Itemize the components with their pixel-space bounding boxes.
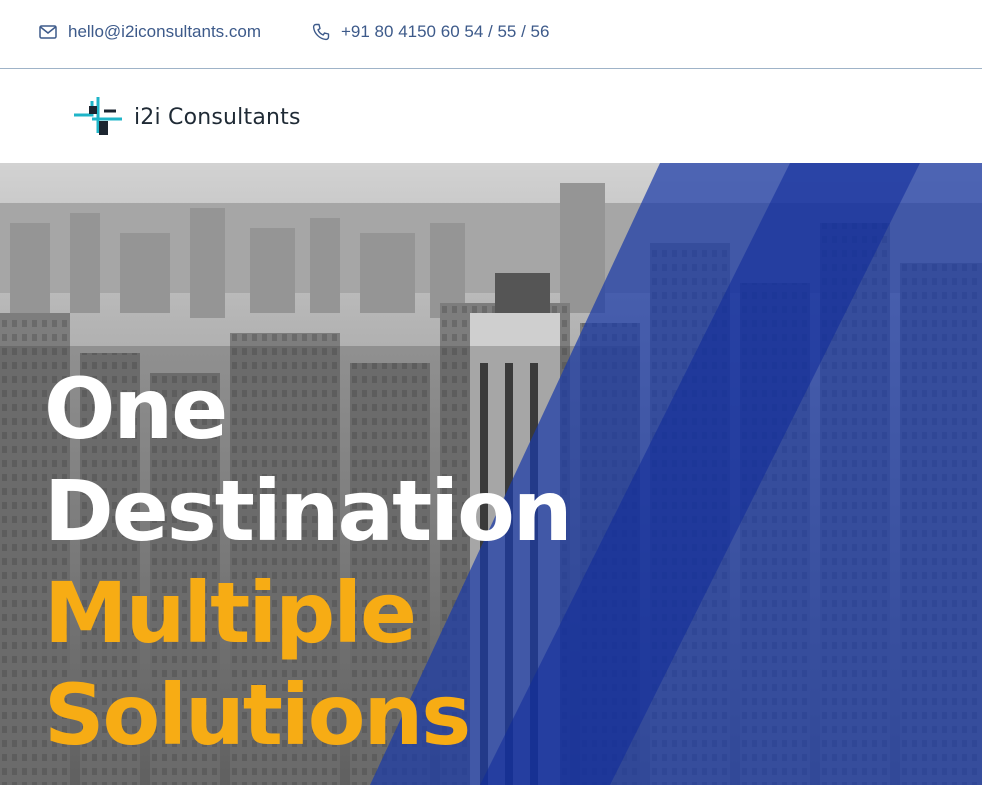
top-contact-bar: hello@i2iconsultants.com +91 80 4150 60 … [0,0,982,69]
hero-banner: One Destination Multiple Solutions [0,163,982,785]
hero-headline: One Destination Multiple Solutions [44,358,573,766]
phone-link[interactable]: +91 80 4150 60 54 / 55 / 56 [311,22,549,42]
phone-icon [311,22,331,42]
email-link[interactable]: hello@i2iconsultants.com [38,22,261,42]
site-logo[interactable]: i2i Consultants [72,93,301,141]
email-text: hello@i2iconsultants.com [68,22,262,41]
i2i-logo-mark-icon [72,93,126,141]
phone-text: +91 80 4150 60 54 / 55 / 56 [341,22,550,41]
envelope-icon [38,22,58,42]
headline-line-solutions: Solutions [44,666,471,764]
logo-text: i2i Consultants [134,104,301,130]
site-header: i2i Consultants [0,69,982,163]
headline-line-one: One [44,360,228,458]
headline-line-multiple: Multiple [44,564,417,662]
headline-line-destination: Destination [44,462,573,560]
